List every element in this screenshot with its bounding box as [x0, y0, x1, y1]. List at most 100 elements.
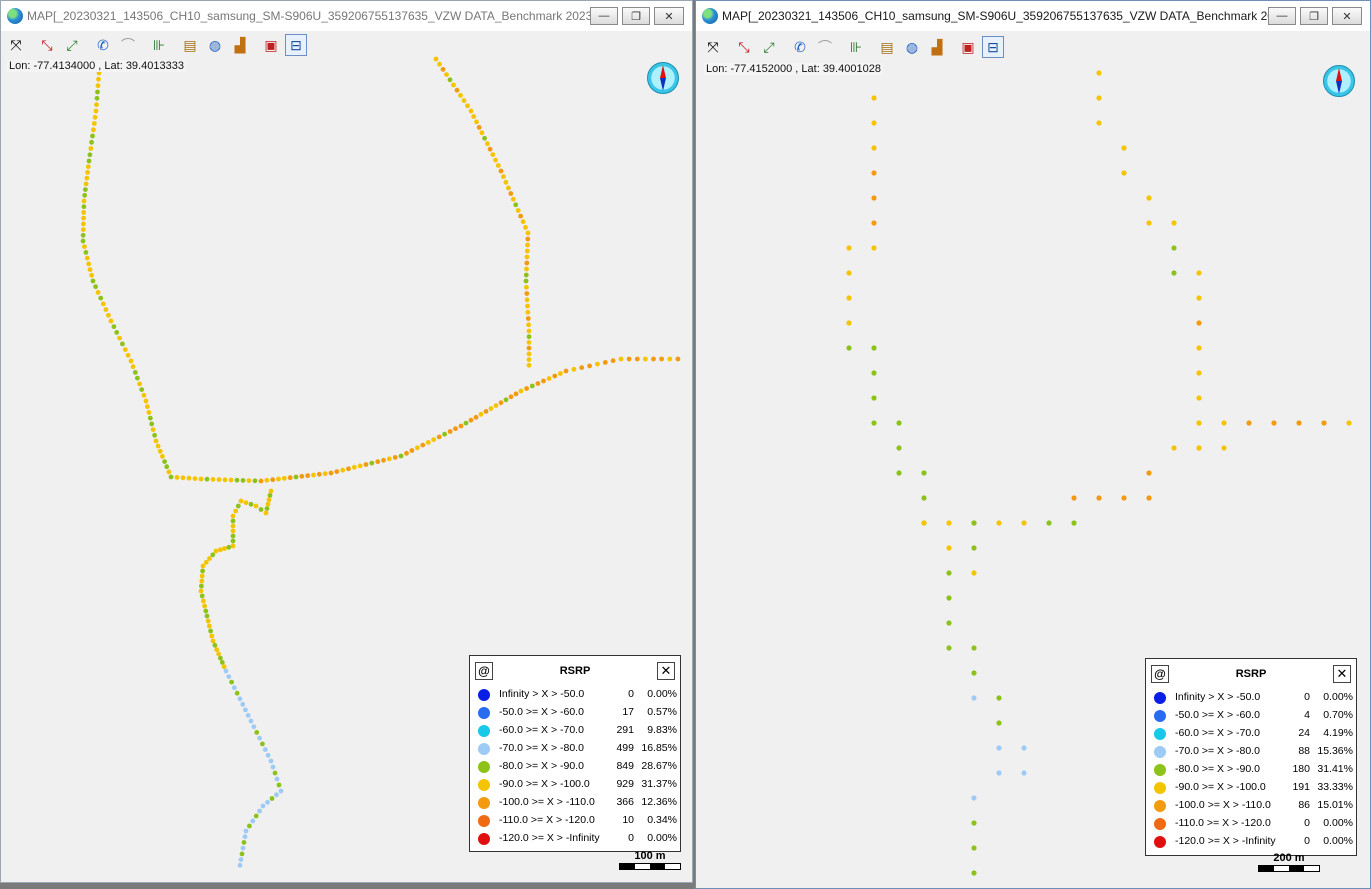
legend-count: 291 — [616, 724, 634, 736]
legend-row[interactable]: Infinity > X > -50.0 0 0.00% — [470, 686, 680, 704]
measurement-point — [135, 375, 140, 381]
chart-icon[interactable]: ▟ — [926, 36, 948, 58]
legend-row[interactable]: -100.0 >= X > -110.0 86 15.01% — [1146, 797, 1356, 815]
measurement-point — [238, 498, 244, 504]
measurement-point — [201, 598, 206, 604]
measurement-point — [316, 471, 322, 477]
coordinate-readout: Lon: -77.4134000 , Lat: 39.4013333 — [7, 60, 186, 72]
measurement-point — [971, 695, 977, 701]
measurement-point — [525, 236, 531, 242]
call-end-icon[interactable]: ⌒ — [814, 36, 836, 58]
legend-toggle-icon[interactable]: ⊟ — [982, 36, 1004, 58]
map-toolbar: ⤧ ⤡ ⤢ ✆ ⌒ ⊪ ▤ ◍ ▟ ▣ ⊟ — [702, 34, 1004, 60]
legend-row[interactable]: -80.0 >= X > -90.0 180 31.41% — [1146, 761, 1356, 779]
legend-row[interactable]: -50.0 >= X > -60.0 17 0.57% — [470, 704, 680, 722]
map-toolbar: ⤧ ⤡ ⤢ ✆ ⌒ ⊪ ▤ ◍ ▟ ▣ ⊟ — [5, 32, 307, 58]
clipboard-icon[interactable]: ▤ — [876, 36, 898, 58]
clipboard-icon[interactable]: ▤ — [179, 34, 201, 56]
globe-icon[interactable]: ◍ — [204, 34, 226, 56]
measurement-point — [526, 322, 531, 328]
measure-icon[interactable]: ⤡ — [733, 36, 755, 58]
select-points-icon[interactable]: ⤢ — [61, 34, 83, 56]
minimize-button[interactable]: — — [1268, 7, 1296, 25]
legend-close-button[interactable]: ✕ — [657, 662, 675, 680]
measurement-point — [234, 690, 240, 696]
measurement-point — [1096, 70, 1102, 76]
window-title: MAP[_20230321_143506_CH10_samsung_SM-S90… — [722, 9, 1268, 23]
fit-extent-icon[interactable]: ⤧ — [5, 34, 27, 56]
scale-label: 100 m — [634, 850, 666, 862]
legend-row[interactable]: Infinity > X > -50.0 0 0.00% — [1146, 689, 1356, 707]
layers-icon[interactable]: ▣ — [260, 34, 282, 56]
chart-icon[interactable]: ▟ — [229, 34, 251, 56]
legend-color-swatch — [478, 725, 490, 737]
measurement-point — [896, 420, 902, 426]
measurement-point — [433, 56, 439, 62]
measurement-point — [84, 175, 90, 181]
legend-close-button[interactable]: ✕ — [1333, 665, 1351, 683]
measurement-point — [230, 513, 236, 519]
legend-row[interactable]: -60.0 >= X > -70.0 24 4.19% — [1146, 725, 1356, 743]
legend-row[interactable]: -70.0 >= X > -80.0 499 16.85% — [470, 740, 680, 758]
measure-icon[interactable]: ⤡ — [36, 34, 58, 56]
measurement-point — [87, 152, 93, 158]
title-bar[interactable]: MAP[_20230321_143506_CH10_samsung_SM-S90… — [696, 1, 1370, 31]
legend-row[interactable]: -100.0 >= X > -110.0 366 12.36% — [470, 794, 680, 812]
measurement-point — [1146, 495, 1152, 501]
legend-toggle-icon[interactable]: ⊟ — [285, 34, 307, 56]
select-points-icon[interactable]: ⤢ — [758, 36, 780, 58]
measurement-point — [518, 213, 523, 219]
minimize-button[interactable]: — — [590, 7, 618, 25]
site-icon[interactable]: ⊪ — [845, 36, 867, 58]
legend-row[interactable]: -110.0 >= X > -120.0 0 0.00% — [1146, 815, 1356, 833]
legend-row[interactable]: -90.0 >= X > -100.0 191 33.33% — [1146, 779, 1356, 797]
legend-color-swatch — [478, 815, 490, 827]
measurement-point — [214, 647, 220, 652]
phone-call-icon[interactable]: ✆ — [92, 34, 114, 56]
measurement-point — [526, 345, 532, 351]
measurement-point — [222, 477, 228, 483]
measurement-point — [357, 463, 363, 469]
measurement-point — [618, 356, 624, 362]
legend-row[interactable]: -70.0 >= X > -80.0 88 15.36% — [1146, 743, 1356, 761]
measurement-point — [871, 195, 877, 201]
measurement-point — [386, 456, 392, 462]
legend-percent: 0.00% — [647, 688, 677, 700]
measurement-point — [137, 381, 143, 387]
rsrp-legend[interactable]: @ RSRP ✕ Infinity > X > -50.0 0 0.00% -50.0… — [1145, 658, 1357, 856]
measurement-point — [846, 270, 852, 276]
measurement-point — [454, 87, 460, 93]
legend-count: 849 — [616, 760, 634, 772]
fit-extent-icon[interactable]: ⤧ — [702, 36, 724, 58]
legend-percent: 15.36% — [1317, 745, 1353, 757]
legend-row[interactable]: -60.0 >= X > -70.0 291 9.83% — [470, 722, 680, 740]
legend-row[interactable]: -120.0 >= X > -Infinity 0 0.00% — [1146, 833, 1356, 851]
legend-row[interactable]: -50.0 >= X > -60.0 4 0.70% — [1146, 707, 1356, 725]
phone-call-icon[interactable]: ✆ — [789, 36, 811, 58]
restore-button[interactable]: ❐ — [622, 7, 650, 25]
measurement-point — [81, 204, 87, 210]
restore-button[interactable]: ❐ — [1300, 7, 1328, 25]
measurement-point — [667, 356, 673, 362]
measurement-point — [293, 474, 299, 480]
measurement-point — [1046, 520, 1052, 526]
measurement-point — [871, 220, 877, 226]
legend-row[interactable]: -90.0 >= X > -100.0 929 31.37% — [470, 776, 680, 794]
rsrp-legend[interactable]: @ RSRP ✕ Infinity > X > -50.0 0 0.00% -50.0… — [469, 655, 681, 852]
legend-row[interactable]: -120.0 >= X > -Infinity 0 0.00% — [470, 830, 680, 848]
call-end-icon[interactable]: ⌒ — [117, 34, 139, 56]
legend-row[interactable]: -80.0 >= X > -90.0 849 28.67% — [470, 758, 680, 776]
title-bar[interactable]: MAP[_20230321_143506_CH10_samsung_SM-S90… — [1, 1, 692, 31]
measurement-point — [207, 556, 212, 561]
globe-icon[interactable]: ◍ — [901, 36, 923, 58]
close-button[interactable]: ✕ — [1332, 7, 1362, 25]
site-icon[interactable]: ⊪ — [148, 34, 170, 56]
legend-range-label: -110.0 >= X > -120.0 — [499, 814, 595, 826]
measurement-point — [518, 388, 524, 394]
layers-icon[interactable]: ▣ — [957, 36, 979, 58]
legend-row[interactable]: -110.0 >= X > -120.0 10 0.34% — [470, 812, 680, 830]
close-button[interactable]: ✕ — [654, 7, 684, 25]
measurement-point — [996, 695, 1002, 701]
measurement-point — [626, 356, 632, 362]
measurement-point — [871, 170, 877, 176]
